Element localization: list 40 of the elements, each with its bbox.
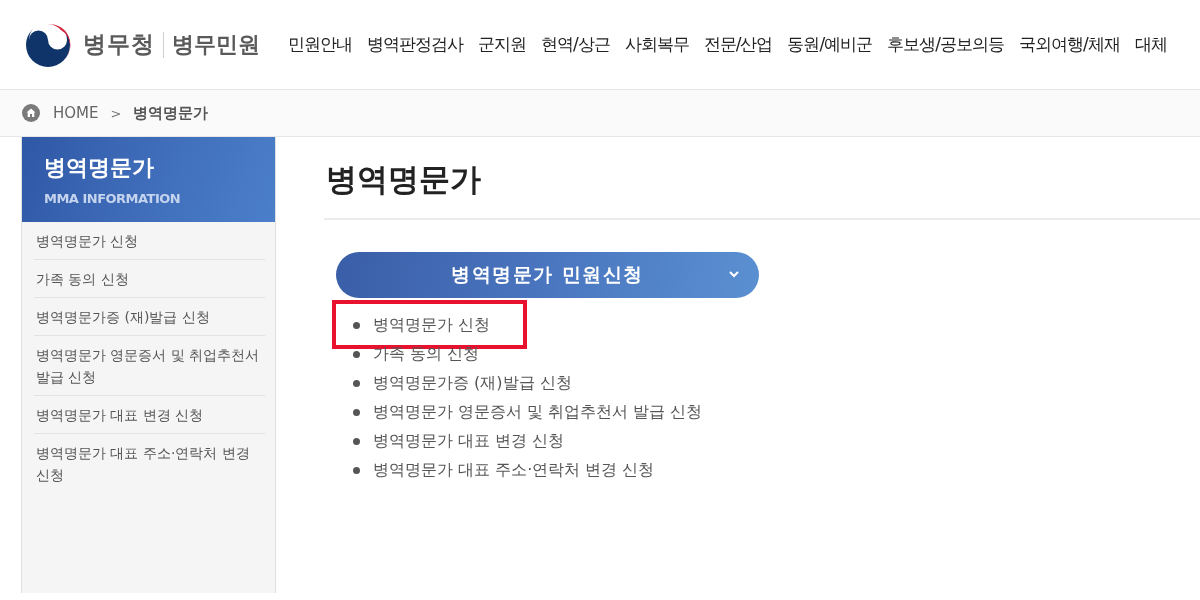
nav-menu-item[interactable]: 국외여행/체재 <box>1018 33 1120 56</box>
bullet-icon <box>353 467 360 474</box>
nav-menu-item[interactable]: 군지원 <box>478 33 526 56</box>
application-link[interactable]: 병역명문가 영문증서 및 취업추천서 발급 신청 <box>373 402 703 423</box>
nav-menu-item[interactable]: 민원안내 <box>288 33 352 56</box>
sidebar-menu-item[interactable]: 병역명문가증 (재)발급 신청 <box>34 298 265 336</box>
sidebar-menu-item[interactable]: 가족 동의 신청 <box>34 260 265 298</box>
dropdown-button[interactable]: 병역명문가 민원신청 <box>336 252 759 298</box>
sidebar-menu-item[interactable]: 병역명문가 영문증서 및 취업추천서 발급 신청 <box>34 336 265 396</box>
nav-menu-item[interactable]: 사회복무 <box>624 33 689 56</box>
breadcrumb-home-link[interactable]: HOME <box>53 104 99 122</box>
bullet-icon <box>353 409 360 416</box>
bullet-icon <box>353 351 360 358</box>
application-link[interactable]: 병역명문가증 (재)발급 신청 <box>373 373 572 394</box>
service-name: 병무민원 <box>172 30 260 59</box>
sidebar-menu-item[interactable]: 병역명문가 신청 <box>34 222 265 260</box>
org-name: 병무청 <box>83 30 155 59</box>
sidebar-menu-item[interactable]: 병역명문가 대표 변경 신청 <box>34 396 265 434</box>
bullet-icon <box>353 322 360 329</box>
page-title: 병역명문가 <box>324 137 1200 220</box>
nav-menu-item[interactable]: 대체 <box>1134 33 1167 56</box>
nav-menu-item[interactable]: 동원/예비군 <box>787 33 873 56</box>
logo-icon <box>25 21 71 68</box>
nav-menu-item[interactable]: 현역/상근 <box>541 33 610 56</box>
sidebar-title: 병역명문가 <box>44 154 155 182</box>
nav-menu-item[interactable]: 후보생/공보의등 <box>887 33 1004 56</box>
breadcrumb-separator: > <box>110 105 122 121</box>
application-link[interactable]: 병역명문가 대표 주소·연락처 변경 신청 <box>373 460 655 481</box>
sidebar-subtitle: MMA INFORMATION <box>44 191 182 206</box>
application-link[interactable]: 가족 동의 신청 <box>373 344 480 365</box>
application-link[interactable]: 병역명문가 신청 <box>373 315 491 336</box>
home-icon[interactable] <box>22 104 40 122</box>
bullet-icon <box>353 438 360 445</box>
bullet-icon <box>353 380 360 387</box>
application-link[interactable]: 병역명문가 대표 변경 신청 <box>373 431 565 452</box>
nav-menu-item[interactable]: 병역판정검사 <box>367 33 463 56</box>
chevron-down-icon <box>729 271 739 278</box>
breadcrumb-current: 병역명문가 <box>133 103 209 123</box>
nav-menu-item[interactable]: 전문/산업 <box>703 33 773 56</box>
sidebar-menu-item[interactable]: 병역명문가 대표 주소·연락처 변경 신청 <box>34 434 265 493</box>
